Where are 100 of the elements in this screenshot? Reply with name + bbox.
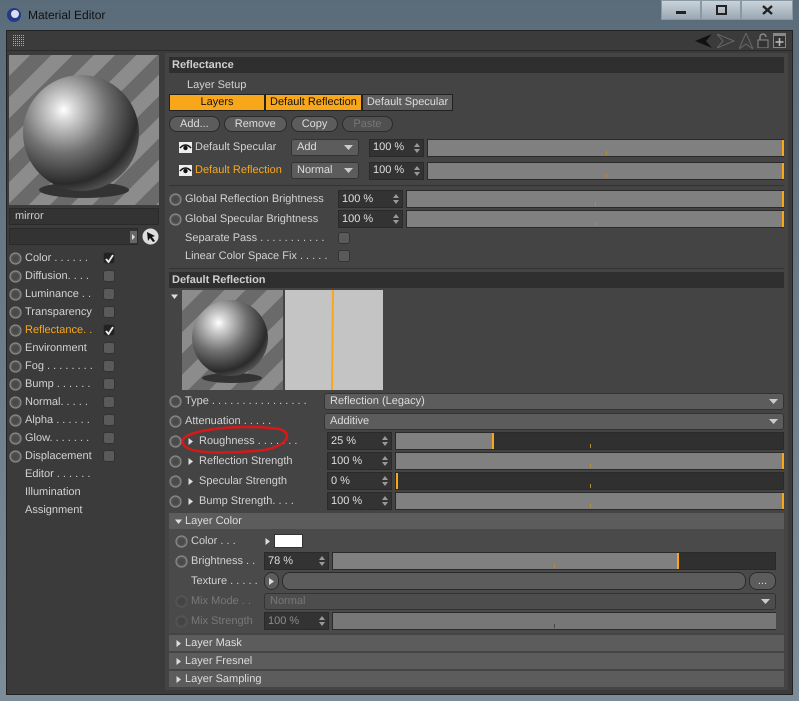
spinner-icon[interactable]: [382, 496, 388, 506]
circle-icon[interactable]: [169, 434, 182, 448]
checkbox[interactable]: [103, 306, 115, 318]
pointer-icon[interactable]: [142, 228, 159, 245]
spinner-icon[interactable]: [319, 616, 325, 626]
dropdown[interactable]: Reflection (Legacy): [324, 392, 784, 410]
layer-action-button[interactable]: Remove: [224, 116, 287, 132]
checkbox[interactable]: [103, 360, 115, 372]
checkbox[interactable]: [103, 396, 115, 408]
layer-name[interactable]: Default Reflection: [195, 162, 288, 179]
circle-icon[interactable]: [9, 324, 22, 336]
spinner-icon[interactable]: [393, 194, 399, 204]
dropdown[interactable]: Add: [291, 139, 359, 156]
group-header[interactable]: Layer Mask: [169, 635, 784, 651]
checkbox[interactable]: [103, 288, 115, 300]
expanded-triangle-icon[interactable]: [171, 293, 178, 300]
value-field[interactable]: 100 %: [338, 190, 403, 208]
circle-icon[interactable]: [9, 342, 22, 354]
circle-icon[interactable]: [9, 306, 22, 318]
layer-name[interactable]: Default Specular: [195, 139, 288, 156]
expand-arrow-icon[interactable]: [130, 230, 137, 242]
forward-arrow-icon[interactable]: [717, 34, 735, 48]
collapsed-triangle-icon[interactable]: [175, 676, 182, 682]
value-field[interactable]: 0 %: [327, 472, 392, 490]
dropdown[interactable]: Additive: [324, 412, 784, 430]
channel-item[interactable]: Editor . . . . . .: [25, 466, 100, 482]
spinner-icon[interactable]: [382, 456, 388, 466]
circle-icon[interactable]: [9, 360, 22, 372]
checkbox[interactable]: [103, 252, 115, 264]
checkbox[interactable]: [103, 342, 115, 354]
collapsed-triangle-icon[interactable]: [175, 640, 182, 646]
value-field[interactable]: 78 %: [264, 552, 329, 570]
dropdown[interactable]: Normal: [291, 162, 359, 179]
value-field[interactable]: 100 %: [369, 162, 424, 180]
channel-item[interactable]: Bump . . . . . .: [25, 376, 100, 392]
value-field[interactable]: 100 %: [327, 452, 392, 470]
group-header[interactable]: Layer Color: [169, 513, 784, 529]
checkbox[interactable]: [103, 450, 115, 462]
circle-icon[interactable]: [169, 394, 182, 408]
expanded-triangle-icon[interactable]: [175, 518, 182, 524]
circle-icon[interactable]: [169, 192, 182, 206]
checkbox[interactable]: [103, 432, 115, 444]
channel-item[interactable]: Normal. . . . .: [25, 394, 100, 410]
channel-item[interactable]: Environment: [25, 340, 100, 356]
circle-icon[interactable]: [169, 212, 182, 226]
channel-item[interactable]: Glow. . . . . . .: [25, 430, 100, 446]
circle-icon[interactable]: [9, 414, 22, 426]
channel-item[interactable]: Reflectance. .: [25, 322, 100, 338]
material-name-field[interactable]: mirror: [9, 208, 159, 225]
spinner-icon[interactable]: [319, 556, 325, 566]
channel-item[interactable]: Luminance . .: [25, 286, 100, 302]
circle-icon[interactable]: [169, 494, 182, 508]
circle-icon[interactable]: [9, 270, 22, 282]
checkbox[interactable]: [338, 250, 350, 262]
circle-icon[interactable]: [9, 450, 22, 462]
circle-icon[interactable]: [9, 288, 22, 300]
checkbox[interactable]: [103, 324, 115, 336]
circle-icon[interactable]: [169, 454, 182, 468]
layer-action-button[interactable]: Copy: [290, 116, 338, 132]
collapsed-triangle-icon[interactable]: [187, 478, 194, 484]
channel-item[interactable]: Color . . . . . .: [25, 250, 100, 266]
value-field[interactable]: 100 %: [338, 210, 403, 228]
value-field[interactable]: 100 %: [327, 492, 392, 510]
eye-icon[interactable]: [179, 165, 192, 176]
spinner-icon[interactable]: [414, 166, 420, 176]
spinner-icon[interactable]: [382, 476, 388, 486]
collapsed-triangle-icon[interactable]: [187, 498, 194, 504]
new-window-icon[interactable]: [773, 33, 786, 48]
slider-track[interactable]: [332, 552, 776, 570]
channel-item[interactable]: Alpha . . . . . .: [25, 412, 100, 428]
eye-icon[interactable]: [179, 142, 192, 153]
channel-item[interactable]: Fog . . . . . . . .: [25, 358, 100, 374]
value-field[interactable]: 100 %: [369, 138, 424, 156]
channel-item[interactable]: Diffusion. . . .: [25, 268, 100, 284]
circle-icon[interactable]: [169, 474, 182, 488]
spinner-icon[interactable]: [382, 436, 388, 446]
circle-icon[interactable]: [175, 554, 188, 568]
checkbox[interactable]: [338, 232, 350, 244]
group-header[interactable]: Layer Fresnel: [169, 653, 784, 669]
collapsed-triangle-icon[interactable]: [187, 458, 194, 464]
circle-icon[interactable]: [175, 534, 188, 548]
layer-action-button[interactable]: Add...: [169, 116, 220, 132]
slider-track[interactable]: [395, 432, 784, 450]
minimize-button[interactable]: [661, 0, 701, 20]
value-field[interactable]: 25 %: [327, 432, 392, 450]
tab[interactable]: Layers: [169, 94, 265, 111]
browse-button[interactable]: ...: [748, 572, 776, 590]
channel-item[interactable]: Transparency: [25, 304, 100, 320]
color-swatch[interactable]: [274, 534, 303, 548]
close-button[interactable]: [741, 0, 793, 20]
up-arrow-icon[interactable]: [739, 32, 753, 48]
expand-button[interactable]: [264, 572, 279, 590]
grip-icon[interactable]: [13, 34, 25, 46]
checkbox[interactable]: [103, 378, 115, 390]
back-arrow-icon[interactable]: [695, 34, 713, 48]
tab[interactable]: Default Reflection: [265, 94, 362, 111]
texture-field[interactable]: [282, 572, 746, 590]
collapsed-triangle-icon[interactable]: [264, 538, 271, 544]
channel-item[interactable]: Illumination: [25, 484, 100, 500]
circle-icon[interactable]: [9, 378, 22, 390]
